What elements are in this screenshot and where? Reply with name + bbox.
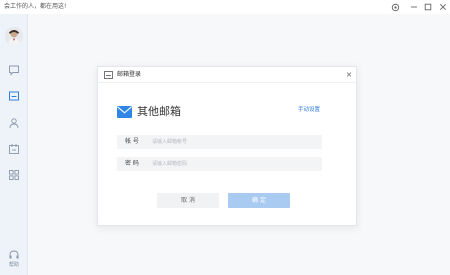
sidebar-item-mail[interactable]: [7, 89, 21, 103]
manual-setup-link[interactable]: 手动设置: [298, 105, 320, 115]
title-bar: 会工作的人，都在用这!: [0, 0, 450, 14]
sidebar-item-chat[interactable]: [7, 63, 21, 77]
contacts-icon: [9, 118, 19, 129]
dialog-close-button[interactable]: ×: [344, 69, 354, 81]
password-field: 密 码: [117, 157, 322, 171]
cancel-button[interactable]: 取 消: [157, 193, 219, 208]
gear-icon[interactable]: [389, 1, 401, 13]
sidebar-item-calendar[interactable]: [7, 142, 21, 156]
provider-name: 其他邮箱: [137, 105, 181, 118]
password-input[interactable]: [152, 157, 317, 171]
avatar[interactable]: [5, 27, 23, 45]
maximize-icon[interactable]: [422, 1, 434, 13]
envelope-icon: [104, 71, 113, 79]
close-icon[interactable]: [437, 1, 449, 13]
app-title: 会工作的人，都在用这!: [4, 3, 67, 10]
sidebar-item-help[interactable]: [7, 248, 21, 262]
chat-icon: [9, 65, 19, 76]
calendar-icon: [9, 144, 19, 154]
confirm-button[interactable]: 确 定: [228, 193, 290, 208]
dialog-header: 邮箱登录 ×: [98, 67, 356, 83]
headset-icon: [9, 250, 19, 259]
sidebar-item-apps[interactable]: [7, 168, 21, 182]
email-login-dialog: 邮箱登录 × 其他邮箱 手动设置 帐 号 密 码 取 消 确 定: [97, 66, 357, 226]
sidebar-help-label: 帮助: [8, 262, 19, 268]
sidebar: 帮助: [0, 14, 28, 275]
minimize-icon[interactable]: [408, 1, 420, 13]
dialog-title: 邮箱登录: [117, 71, 142, 78]
mail-provider-icon: [117, 106, 132, 118]
account-input[interactable]: [152, 135, 317, 149]
account-label: 帐 号: [125, 138, 139, 145]
account-field: 帐 号: [117, 135, 322, 149]
mail-icon: [9, 91, 19, 101]
sidebar-item-contacts[interactable]: [7, 116, 21, 130]
password-label: 密 码: [125, 160, 139, 167]
apps-grid-icon: [9, 170, 19, 180]
